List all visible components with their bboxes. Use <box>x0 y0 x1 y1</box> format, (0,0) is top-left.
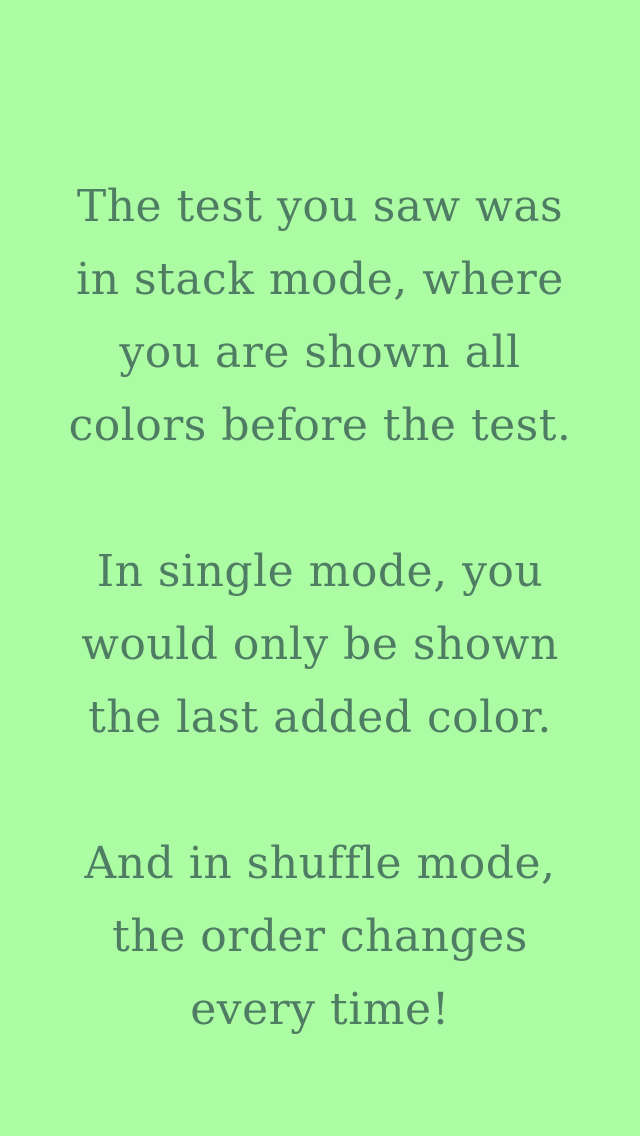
text-line: And in shuffle mode, <box>84 838 556 889</box>
text-line: colors before the test. <box>68 400 572 451</box>
mode-explanation-text: The test you saw was in stack mode, wher… <box>0 170 640 1046</box>
stack-mode-paragraph: The test you saw was in stack mode, wher… <box>0 170 640 462</box>
text-line: The test you saw was <box>76 181 564 232</box>
text-line: you are shown all <box>119 327 521 378</box>
info-screen: The test you saw was in stack mode, wher… <box>0 0 640 1136</box>
text-line: the order changes <box>112 911 528 962</box>
text-line: In single mode, you <box>96 546 544 597</box>
text-line: would only be shown <box>81 619 559 670</box>
text-line: in stack mode, where <box>76 254 564 305</box>
text-line: every time! <box>190 984 450 1035</box>
shuffle-mode-paragraph: And in shuffle mode, the order changes e… <box>0 827 640 1046</box>
single-mode-paragraph: In single mode, you would only be shown … <box>0 535 640 754</box>
text-line: the last added color. <box>88 692 552 743</box>
